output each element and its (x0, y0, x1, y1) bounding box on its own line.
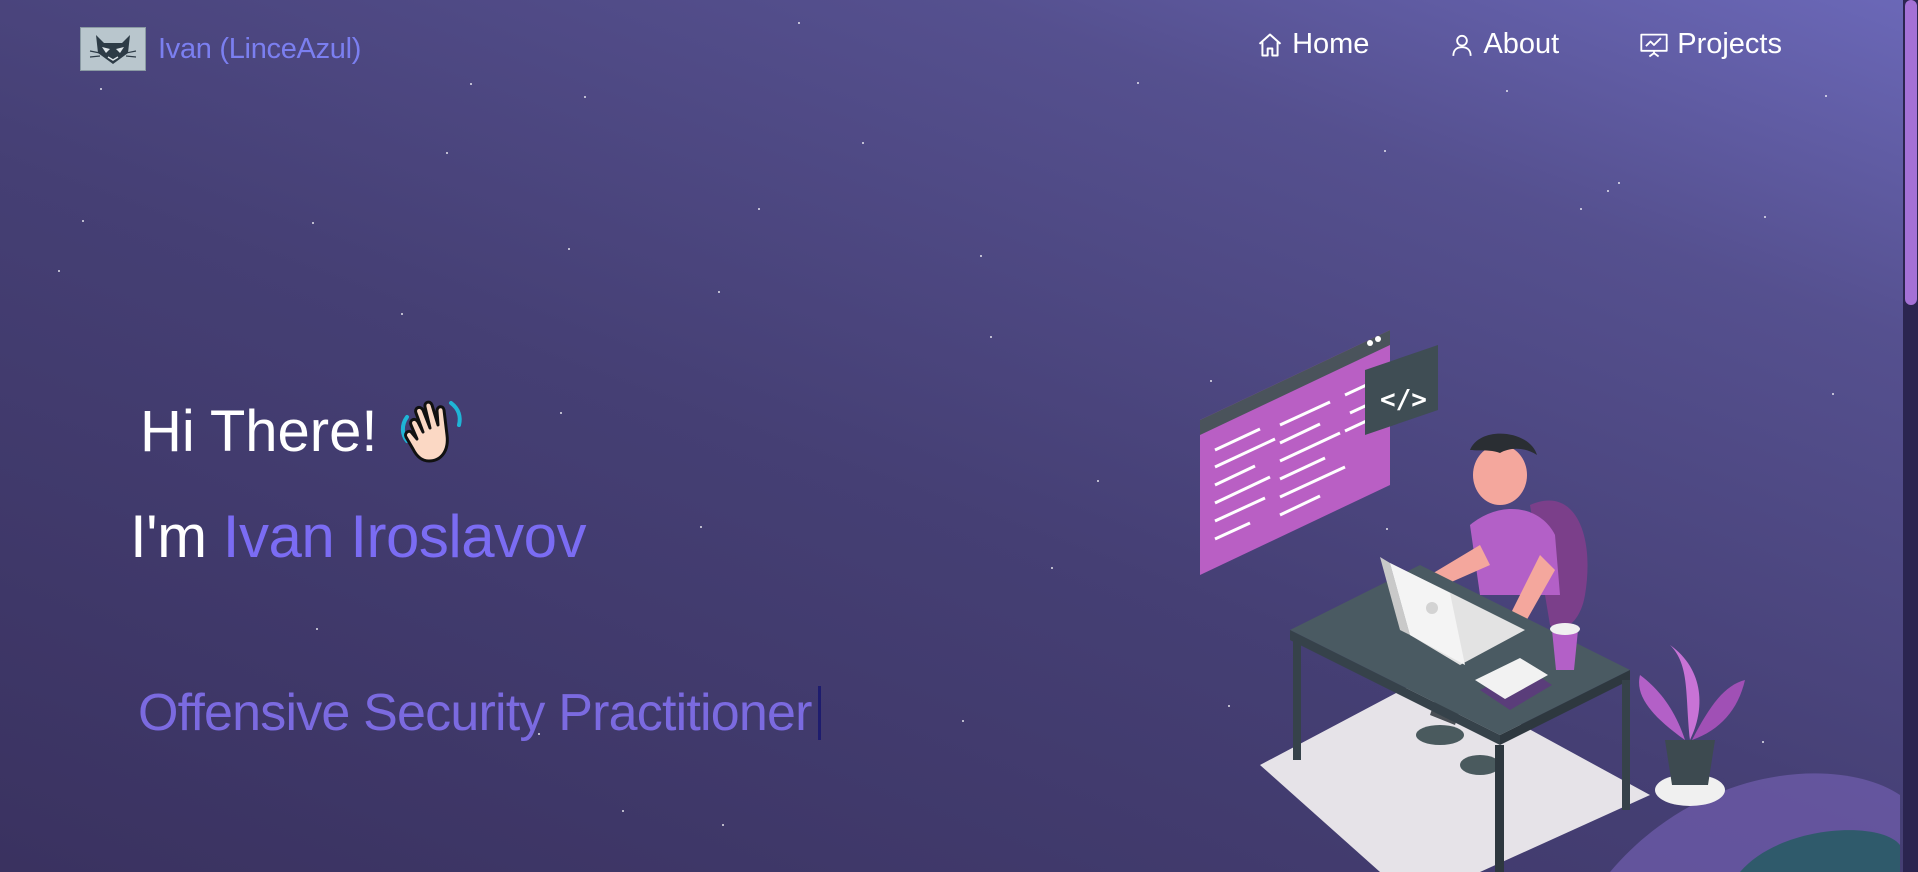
star (718, 291, 720, 293)
nav-item-label: About (1483, 28, 1560, 60)
typewriter-cursor (817, 686, 821, 740)
waving-hand-icon (401, 400, 463, 463)
code-window (1200, 330, 1390, 575)
star (312, 222, 314, 224)
star (560, 412, 562, 414)
star (862, 142, 864, 144)
star (1051, 567, 1053, 569)
nav-item-label: Projects (1677, 28, 1782, 60)
star (568, 248, 570, 250)
star (1618, 182, 1620, 184)
role-text: Offensive Security Practitioner (138, 684, 812, 742)
developer-at-desk-illustration: </> (1200, 330, 1900, 872)
star (1764, 216, 1766, 218)
star (401, 313, 403, 315)
navbar: Ivan (LinceAzul) Home About Projects (0, 0, 1900, 100)
star (446, 152, 448, 154)
star (1097, 480, 1099, 482)
star (962, 720, 964, 722)
star (990, 336, 992, 338)
brand-name: Ivan (LinceAzul) (158, 32, 362, 65)
star (82, 220, 84, 222)
nav-item-label: Home (1292, 28, 1370, 60)
nav-item-about[interactable]: About (1449, 28, 1559, 61)
nav-item-home[interactable]: Home (1256, 28, 1369, 61)
star (58, 270, 60, 272)
hero-greeting: Hi There! (140, 395, 467, 467)
star (700, 526, 702, 528)
page-scrollbar[interactable] (1903, 0, 1918, 872)
hero-intro: I'm Ivan Iroslavov (130, 502, 586, 571)
typewriter-role: Offensive Security Practitioner (138, 683, 821, 743)
nav-item-projects[interactable]: Projects (1639, 28, 1782, 61)
intro-prefix: I'm (130, 503, 207, 570)
star (1607, 190, 1609, 192)
star (622, 810, 624, 812)
star (758, 208, 760, 210)
user-icon (1452, 34, 1473, 56)
svg-text:</>: </> (1380, 385, 1427, 415)
greeting-text: Hi There! (140, 398, 378, 464)
star (1384, 150, 1386, 152)
brand-link[interactable]: Ivan (LinceAzul) (80, 27, 361, 71)
star (1580, 208, 1582, 210)
star (722, 824, 724, 826)
scrollbar-thumb[interactable] (1905, 0, 1917, 305)
home-icon (1258, 33, 1282, 56)
lynx-logo-icon (80, 27, 146, 71)
nav-links: Home About Projects (1176, 28, 1782, 61)
potted-plant (1639, 645, 1745, 806)
presentation-chart-icon (1640, 33, 1668, 57)
intro-name: Ivan Iroslavov (222, 503, 587, 570)
star (316, 628, 318, 630)
star (980, 255, 982, 257)
